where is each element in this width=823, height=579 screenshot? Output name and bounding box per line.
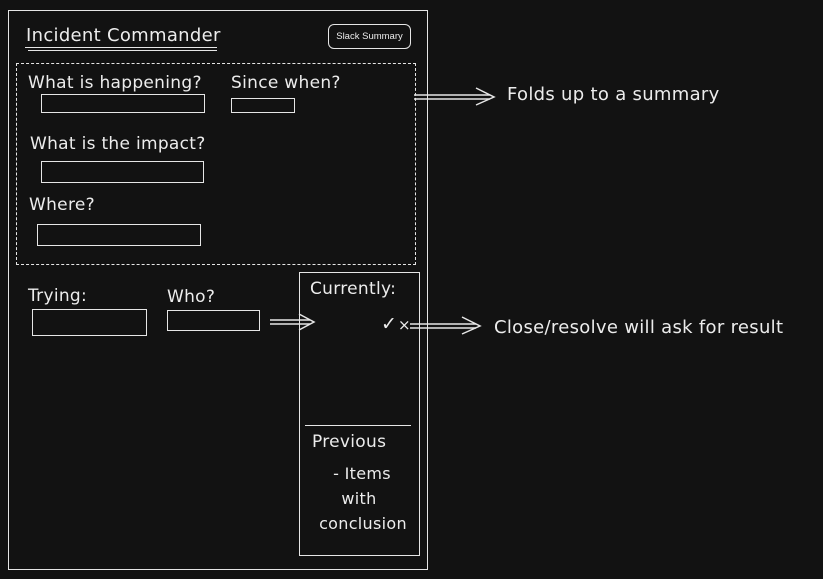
fold-arrow bbox=[414, 87, 496, 106]
resolve-annotation: Close/resolve will ask for result bbox=[494, 317, 784, 338]
resolve-arrow bbox=[410, 316, 482, 335]
handoff-arrow bbox=[270, 313, 316, 331]
fold-annotation: Folds up to a summary bbox=[507, 84, 720, 105]
